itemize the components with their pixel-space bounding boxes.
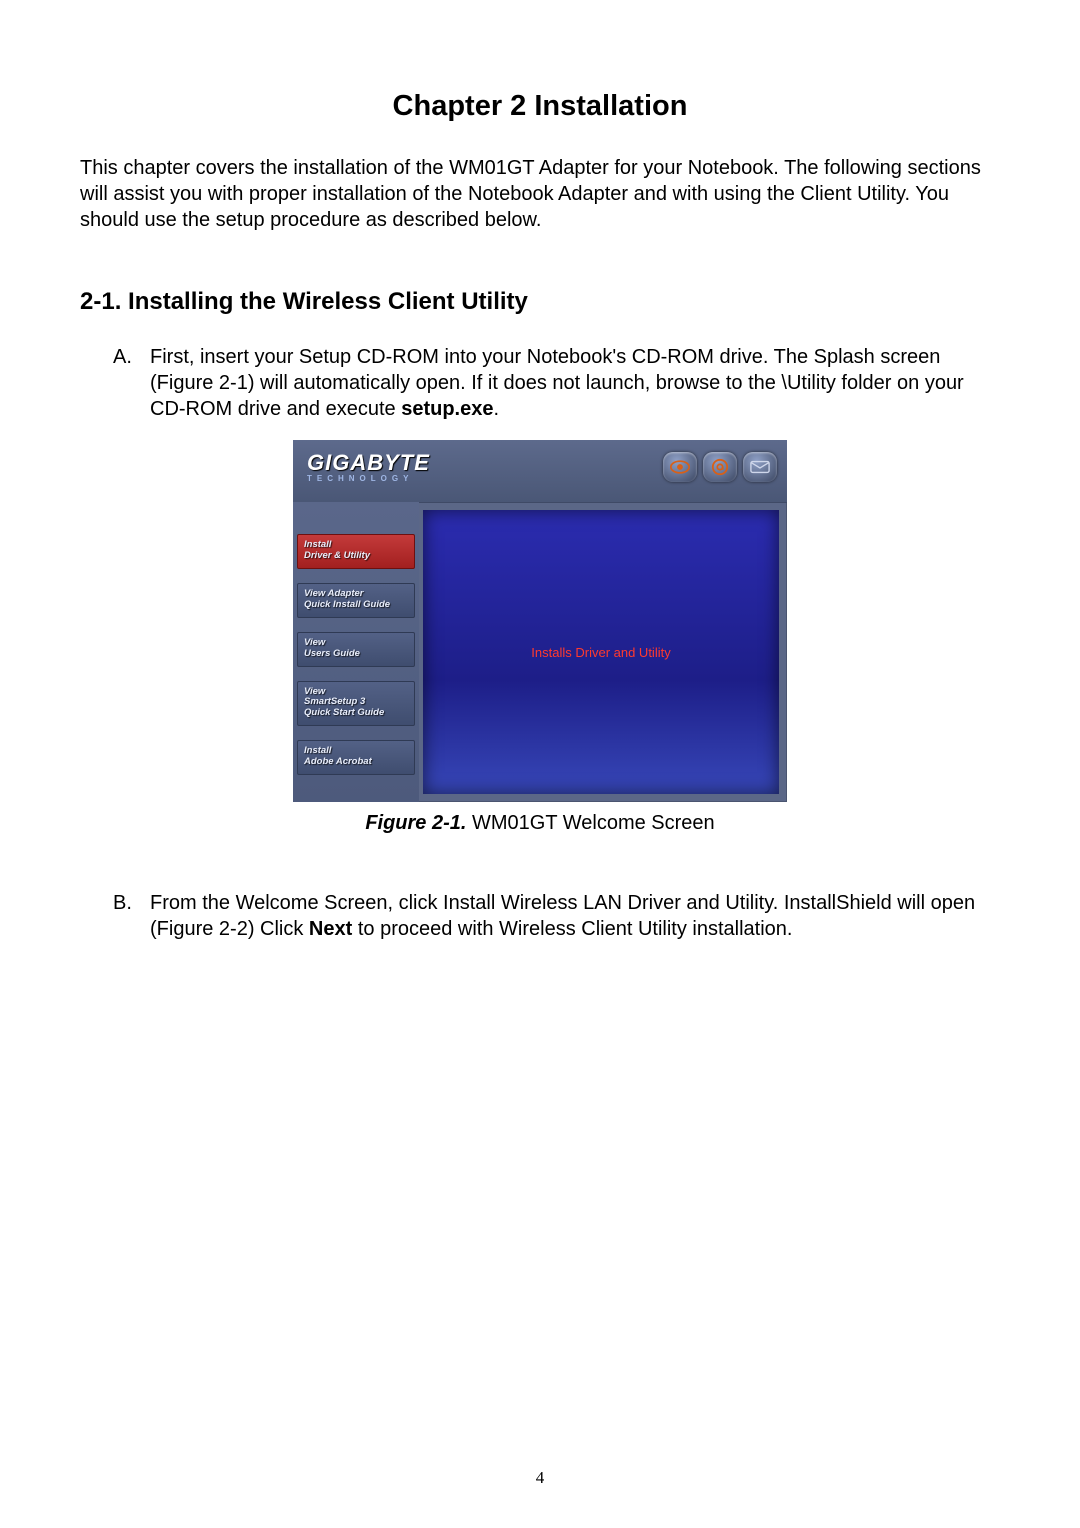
step-a-text-2: . [493,398,499,420]
sidebar-view-adapter-quick-install[interactable]: View AdapterQuick Install Guide [297,583,415,618]
step-a: A. First, insert your Setup CD-ROM into … [150,344,1000,422]
step-a-bold: setup.exe [401,398,493,420]
sidebar-view-users-guide[interactable]: ViewUsers Guide [297,632,415,667]
at-icon[interactable] [703,452,737,482]
logo-sub-text: TECHNOLOGY [307,474,457,483]
sidebar-install-adobe-acrobat[interactable]: InstallAdobe Acrobat [297,740,415,775]
step-b-marker: B. [113,890,132,916]
page-number: 4 [0,1468,1080,1488]
logo-main-text: GIGABYTE [307,450,457,476]
step-b-text-2: to proceed with Wireless Client Utility … [352,918,792,940]
step-a-text-1: First, insert your Setup CD-ROM into you… [150,346,964,420]
mail-icon[interactable] [743,452,777,482]
figure-caption: Figure 2-1. WM01GT Welcome Screen [80,812,1000,835]
splash-window: GIGABYTE TECHNOLOGY Inst [293,440,787,802]
step-b: B. From the Welcome Screen, click Instal… [150,890,1000,942]
section-title: 2-1. Installing the Wireless Client Util… [80,288,1000,316]
figure-caption-text: WM01GT Welcome Screen [466,812,714,834]
sidebar-view-smartsetup3[interactable]: ViewSmartSetup 3Quick Start Guide [297,681,415,727]
intro-paragraph: This chapter covers the installation of … [80,155,1000,233]
splash-content-text: Installs Driver and Utility [531,645,670,660]
chapter-title: Chapter 2 Installation [80,90,1000,123]
step-b-bold: Next [309,918,352,940]
eye-icon[interactable] [663,452,697,482]
gigabyte-logo: GIGABYTE TECHNOLOGY [307,450,457,483]
splash-header: GIGABYTE TECHNOLOGY [293,440,787,503]
splash-sidebar: InstallDriver & Utility View AdapterQuic… [293,502,419,802]
figure-2-1: GIGABYTE TECHNOLOGY Inst [80,440,1000,835]
sidebar-install-driver-utility[interactable]: InstallDriver & Utility [297,534,415,569]
splash-content: Installs Driver and Utility [423,510,779,794]
step-a-marker: A. [113,344,132,370]
figure-caption-label: Figure 2-1. [365,812,466,834]
